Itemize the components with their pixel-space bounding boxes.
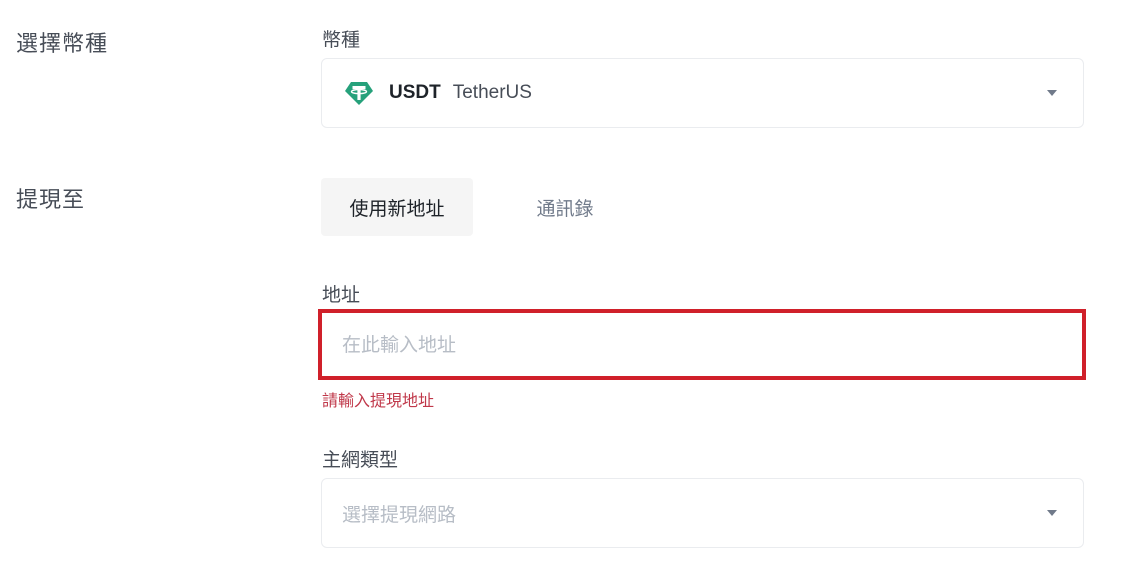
address-field-label: 地址 [322, 284, 361, 306]
tether-icon [344, 78, 374, 108]
withdraw-to-section-label: 提現至 [16, 188, 86, 213]
coin-name: TetherUS [452, 82, 532, 103]
address-error-message: 請輸入提現地址 [322, 391, 435, 410]
coin-symbol: USDT [389, 82, 441, 103]
network-select[interactable]: 選擇提現網路 [321, 478, 1084, 548]
network-field-label: 主網類型 [322, 449, 399, 471]
network-placeholder: 選擇提現網路 [342, 503, 457, 526]
tab-address-book[interactable]: 通訊錄 [505, 178, 625, 236]
coin-field-label: 幣種 [322, 29, 361, 51]
chevron-down-icon[interactable] [1047, 510, 1057, 516]
tab-new-address[interactable]: 使用新地址 [321, 178, 473, 236]
coin-select[interactable]: USDT TetherUS [321, 58, 1084, 128]
address-input-highlight [318, 309, 1086, 380]
withdraw-form: 選擇幣種 幣種 USDT TetherUS 提現至 使用新地址 通訊錄 地址 請… [0, 0, 1135, 578]
chevron-down-icon[interactable] [1047, 90, 1057, 96]
address-input[interactable] [322, 313, 1082, 376]
select-coin-section-label: 選擇幣種 [16, 32, 109, 57]
